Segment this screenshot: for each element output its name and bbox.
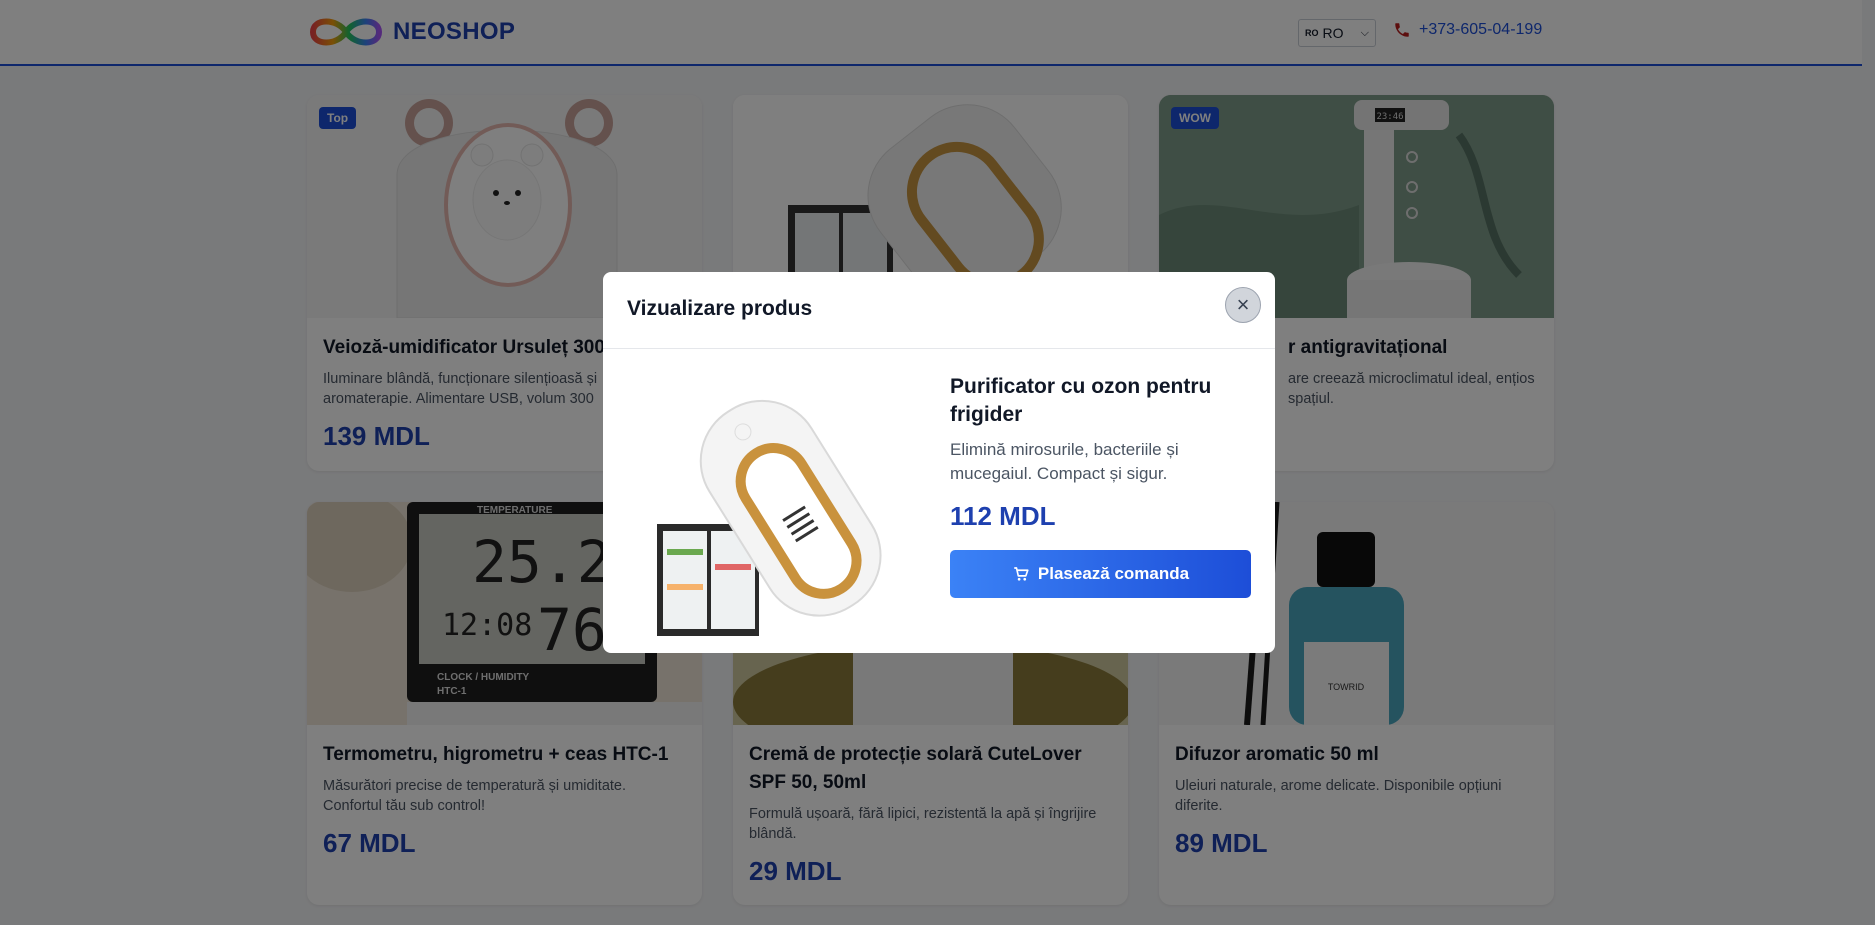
place-order-label: Plasează comanda <box>1037 564 1190 583</box>
cart-icon <box>1014 567 1029 581</box>
modal-title: Vizualizare produs <box>627 297 813 320</box>
place-order-button[interactable]: Plasează comanda <box>950 550 1251 598</box>
product-preview-modal: Vizualizare produs × Purificator cu ozon… <box>603 272 1275 653</box>
modal-product-name: Purificator cu ozon pentru frigider <box>950 375 1212 426</box>
modal-product-price: 112 MDL <box>950 501 1056 531</box>
modal-product-image <box>643 374 893 636</box>
modal-header: Vizualizare produs × <box>603 272 1275 349</box>
close-icon[interactable]: × <box>1225 287 1261 323</box>
modal-product-description: Elimină mirosurile, bacteriile și mucega… <box>950 440 1179 483</box>
